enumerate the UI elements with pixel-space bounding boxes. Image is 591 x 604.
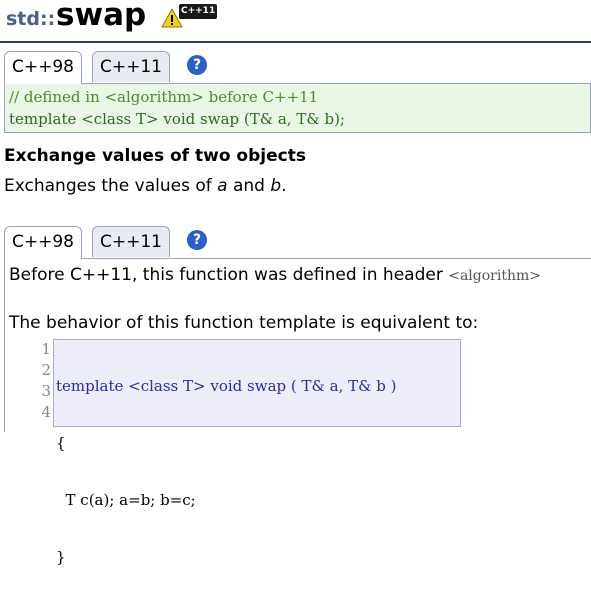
tab-cpp11-bottom[interactable]: C++11 (92, 226, 170, 257)
description-and: and (227, 176, 271, 196)
line-number: 2 (41, 361, 51, 379)
header-link[interactable]: <algorithm> (448, 268, 541, 284)
code-area: template <class T> void swap ( T& a, T& … (53, 339, 461, 566)
line-number: 4 (41, 403, 51, 421)
code-line: } (56, 548, 66, 566)
tab-cpp98-top[interactable]: C++98 (4, 51, 82, 84)
code-line: { (56, 434, 66, 452)
line-number: 3 (41, 382, 51, 400)
code-example: 1 2 3 4 template <class T> void swap ( T… (33, 339, 463, 566)
description-period: . (281, 176, 287, 196)
cpp11-tag: C++11 (179, 4, 218, 19)
page-title: swap (56, 0, 147, 33)
help-icon[interactable]: ? (187, 55, 207, 75)
cpp11-badge: C++11 (161, 4, 218, 28)
version-tabs-top: C++98 C++11 ? (4, 47, 591, 84)
namespace-label: std:: (6, 8, 56, 30)
code-line: template <class T> void swap ( T& a, T& … (56, 377, 397, 395)
param-b: b (270, 176, 282, 196)
code-lines: template <class T> void swap ( T& a, T& … (56, 340, 396, 604)
help-icon-bottom[interactable]: ? (187, 230, 207, 250)
line-number: 1 (41, 340, 51, 358)
param-a: a (217, 176, 228, 196)
description-prefix: Exchanges the values of (4, 176, 218, 196)
title-row: std:: swap C++11 (4, 0, 591, 40)
behavior-note: The behavior of this function template i… (9, 313, 479, 333)
detail-panel: Before C++11, this function was defined … (4, 258, 591, 566)
header-note: Before C++11, this function was defined … (9, 265, 541, 285)
version-tabs-bottom: C++98 C++11 ? (4, 222, 591, 259)
code-line: T c(a); a=b; b=c; (56, 491, 196, 509)
tab-cpp11-top[interactable]: C++11 (92, 51, 170, 82)
line-number-gutter: 1 2 3 4 (33, 339, 51, 423)
declaration-comment: // defined in <algorithm> before C++11 (9, 88, 319, 106)
description: Exchanges the values of a and b. (4, 176, 287, 196)
title-divider (0, 41, 591, 43)
declaration-box: // defined in <algorithm> before C++11 t… (4, 83, 591, 133)
tab-cpp98-bottom[interactable]: C++98 (4, 226, 82, 259)
header-note-text: Before C++11, this function was defined … (9, 265, 449, 285)
section-heading: Exchange values of two objects (4, 146, 306, 166)
declaration-signature: template <class T> void swap (T& a, T& b… (9, 110, 345, 128)
